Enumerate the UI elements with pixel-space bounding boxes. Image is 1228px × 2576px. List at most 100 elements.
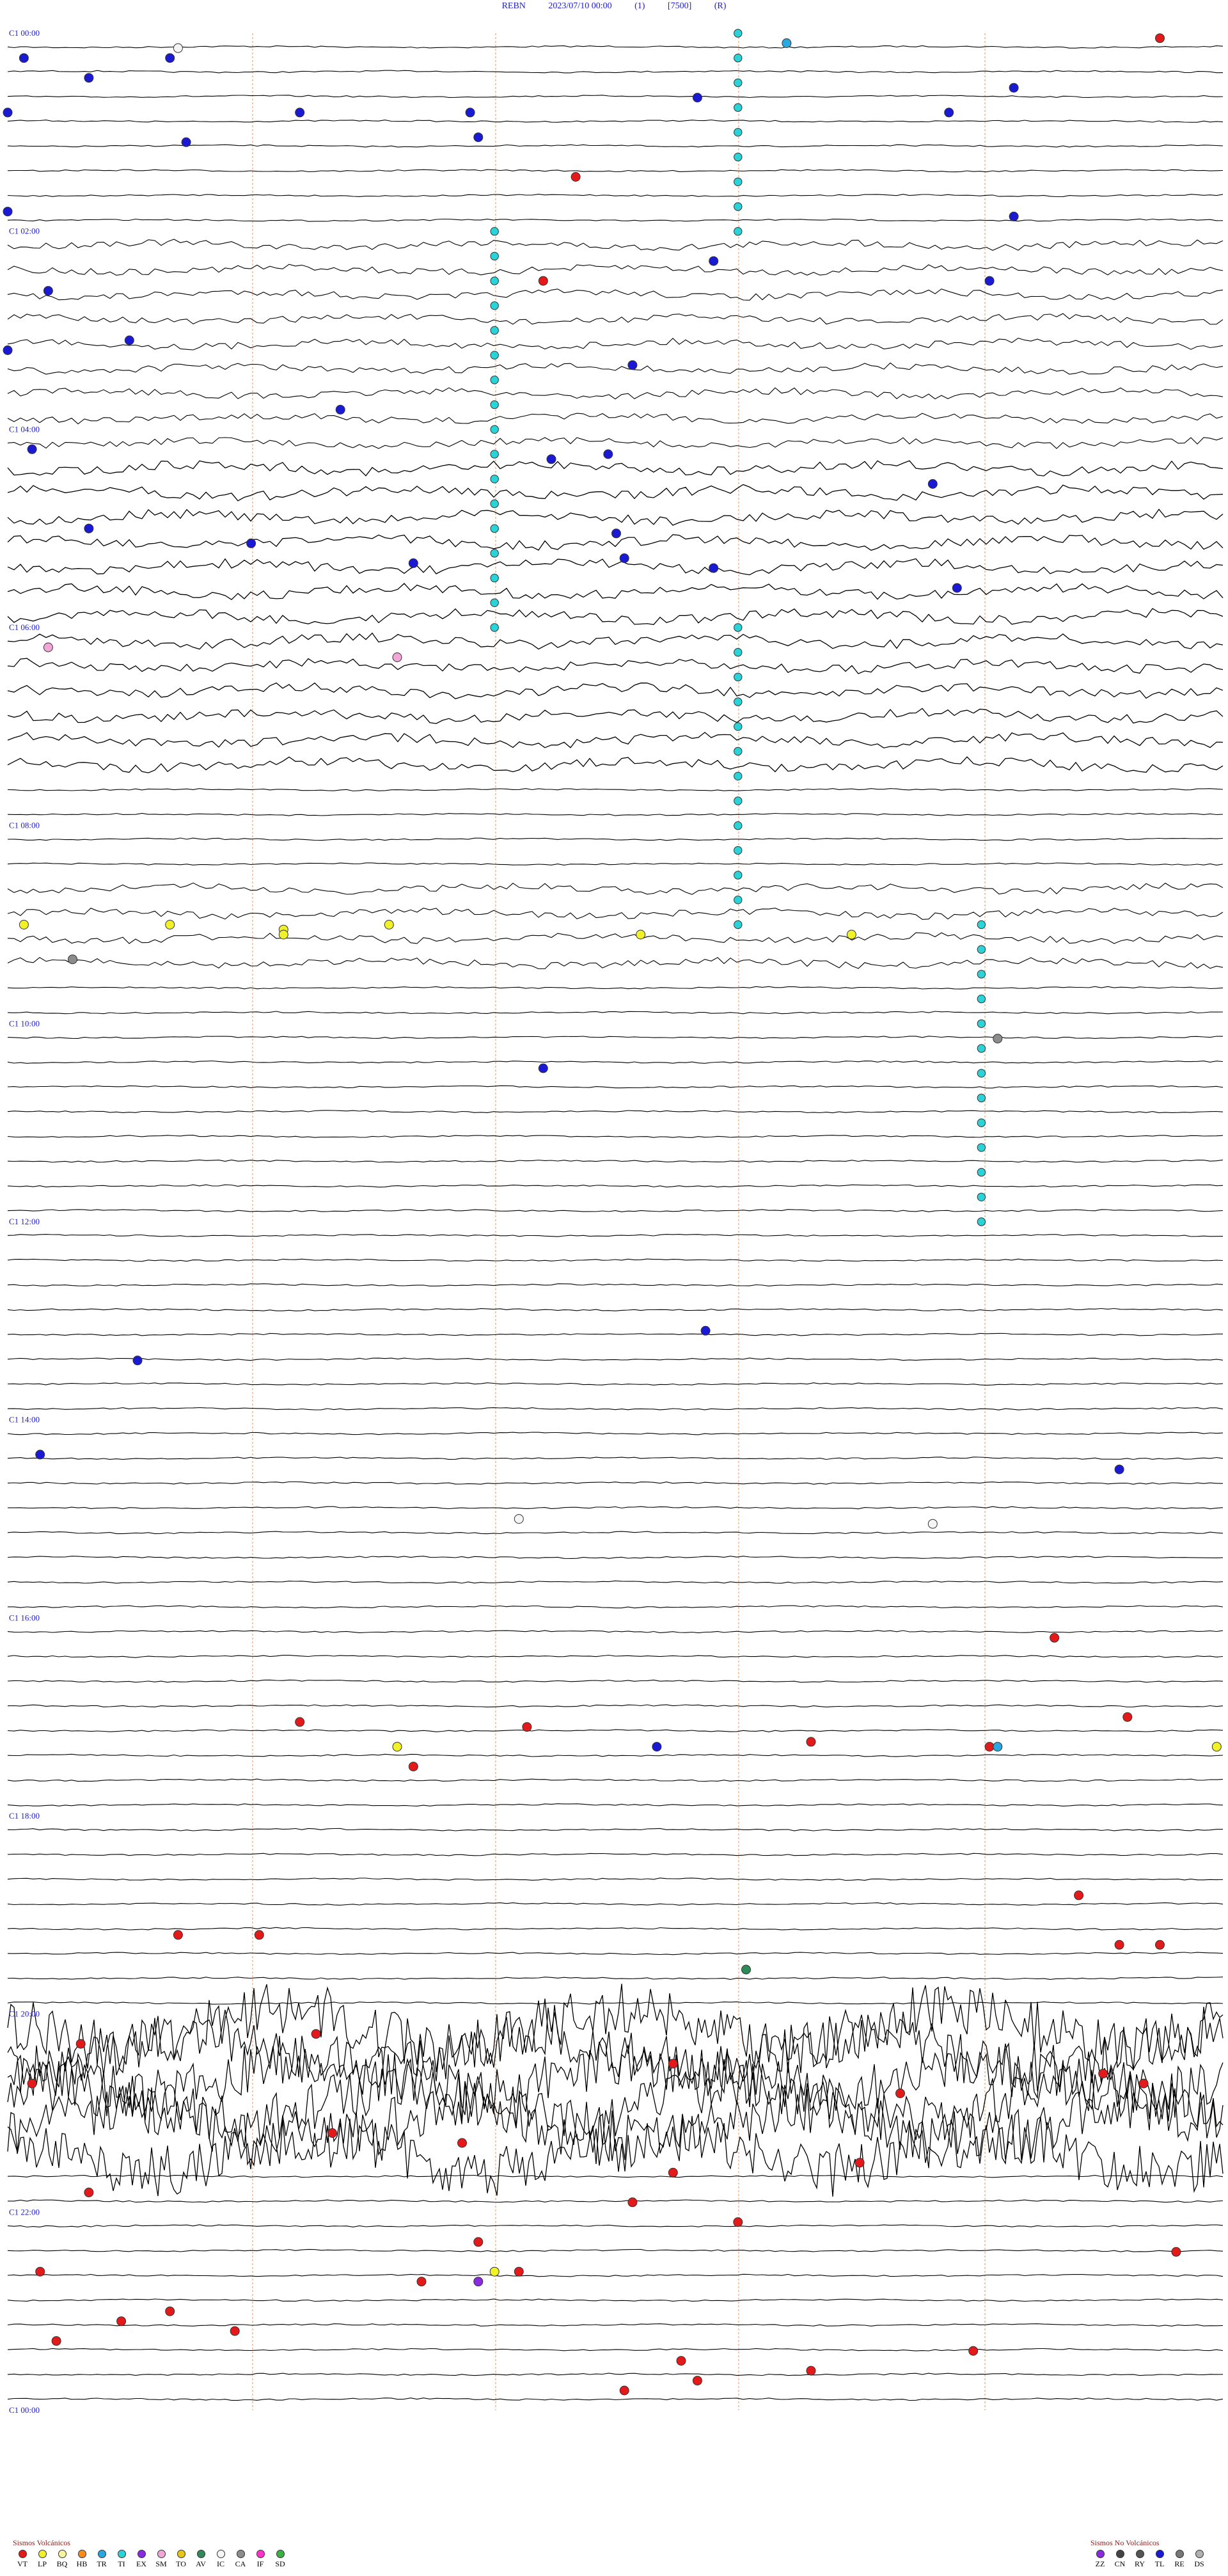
legend-item-to: TO — [171, 2550, 191, 2568]
seismic-trace — [7, 2298, 1224, 2302]
event-marker-tl — [246, 538, 256, 548]
event-marker-tr — [993, 1742, 1003, 1752]
legend-swatch — [196, 2550, 205, 2558]
ti-event-marker — [490, 623, 499, 632]
ti-event-marker — [490, 524, 499, 533]
event-marker-tl — [952, 583, 962, 593]
legend-code: VT — [17, 2559, 28, 2568]
seismic-trace — [7, 957, 1224, 970]
event-marker-tl — [3, 345, 13, 355]
legend-swatch — [58, 2550, 67, 2558]
legend-swatch — [216, 2550, 225, 2558]
event-marker-vt — [668, 2058, 678, 2069]
seismic-trace — [7, 2108, 1224, 2197]
ti-event-marker — [490, 326, 499, 335]
legend-swatch — [117, 2550, 126, 2558]
ti-event-marker — [490, 251, 499, 261]
seismic-trace — [7, 1184, 1224, 1188]
event-marker-tl — [627, 360, 638, 370]
seismic-trace — [7, 1457, 1224, 1460]
ti-event-marker — [734, 821, 743, 830]
seismic-trace — [7, 2348, 1224, 2351]
seismic-trace — [7, 862, 1224, 865]
legend-item-ic: IC — [211, 2550, 230, 2568]
event-marker-tl — [944, 107, 954, 118]
event-marker-tl — [43, 286, 53, 296]
event-marker-lp — [392, 1742, 402, 1752]
seismic-trace — [7, 1531, 1224, 1535]
event-marker-vt — [1138, 2078, 1149, 2089]
seismic-trace — [7, 707, 1224, 724]
seismic-trace — [7, 1085, 1224, 1089]
seismic-trace — [8, 2199, 1224, 2203]
hour-label: C1 02:00 — [9, 226, 40, 236]
ti-event-marker — [734, 227, 743, 236]
seismic-trace — [8, 1605, 1224, 1609]
seismic-trace — [7, 1853, 1224, 1856]
seismic-trace — [7, 45, 1224, 49]
seismic-trace — [7, 313, 1224, 325]
seismic-trace — [7, 1556, 1224, 1559]
hour-label: C1 00:00 — [9, 28, 40, 38]
event-marker-tl — [611, 528, 621, 539]
hour-label: C1 04:00 — [9, 424, 40, 434]
seismic-trace — [7, 337, 1224, 351]
event-marker-vt — [173, 1930, 183, 1940]
ti-event-marker — [734, 623, 743, 632]
event-marker-sm — [43, 642, 53, 652]
hour-label: C1 16:00 — [9, 1613, 40, 1622]
seismic-trace — [7, 1209, 1224, 1212]
hour-label: C1 12:00 — [9, 1217, 40, 1226]
event-marker-tl — [132, 1355, 143, 1366]
event-marker-tl — [295, 107, 305, 118]
seismic-trace — [7, 288, 1224, 301]
legend-swatch — [1115, 2550, 1124, 2558]
event-marker-vt — [27, 2078, 37, 2089]
seismic-trace — [7, 437, 1224, 449]
seismic-trace — [7, 264, 1224, 276]
ti-event-marker — [977, 1019, 986, 1029]
seismic-trace — [7, 2248, 1224, 2252]
legend-nonvolcanic-title: Sismos No Volcánicos — [1090, 2538, 1160, 2547]
seismic-trace — [7, 1927, 1224, 1931]
event-marker-tl — [1009, 83, 1019, 93]
event-marker-vt — [51, 2336, 61, 2346]
event-marker-ca — [68, 954, 77, 965]
event-marker-vt — [311, 2029, 321, 2039]
event-marker-vt — [968, 2346, 979, 2356]
event-marker-vt — [116, 2316, 127, 2327]
seismic-trace — [7, 986, 1224, 990]
seismic-trace — [7, 882, 1224, 895]
ti-event-marker — [734, 846, 743, 855]
seismic-trace — [7, 1135, 1224, 1138]
legend-code: EX — [136, 2559, 146, 2568]
event-marker-vt — [619, 2385, 629, 2396]
legend-swatch — [276, 2550, 285, 2558]
seismic-trace — [7, 239, 1224, 251]
hour-label: C1 18:00 — [9, 1811, 40, 1821]
ti-event-marker — [977, 945, 986, 954]
hour-label: C1 22:00 — [9, 2207, 40, 2216]
event-marker-vt — [1050, 1632, 1060, 1643]
legend-code: BQ — [56, 2559, 68, 2568]
ti-event-marker — [977, 1143, 986, 1152]
legend-code: CN — [1114, 2559, 1126, 2568]
seismic-trace — [7, 1952, 1224, 1956]
ti-event-marker — [734, 747, 743, 756]
event-marker-vt — [668, 2167, 678, 2177]
event-marker-lp — [19, 920, 29, 929]
event-marker-vt — [1155, 33, 1165, 43]
seismic-trace — [7, 95, 1224, 99]
legend-code: HB — [76, 2559, 88, 2568]
legend-code: RE — [1174, 2559, 1185, 2568]
event-marker-vt — [895, 2089, 905, 2098]
legend-item-bq: BQ — [52, 2550, 72, 2568]
event-marker-tl — [692, 93, 702, 103]
event-marker-tl — [465, 107, 475, 118]
event-marker-vt — [254, 1930, 264, 1940]
legend-swatch — [177, 2550, 185, 2558]
legend-code: RY — [1134, 2559, 1145, 2568]
legend-code: CA — [235, 2559, 246, 2568]
legend-swatch — [1096, 2550, 1105, 2558]
event-marker-ex — [473, 2277, 484, 2287]
